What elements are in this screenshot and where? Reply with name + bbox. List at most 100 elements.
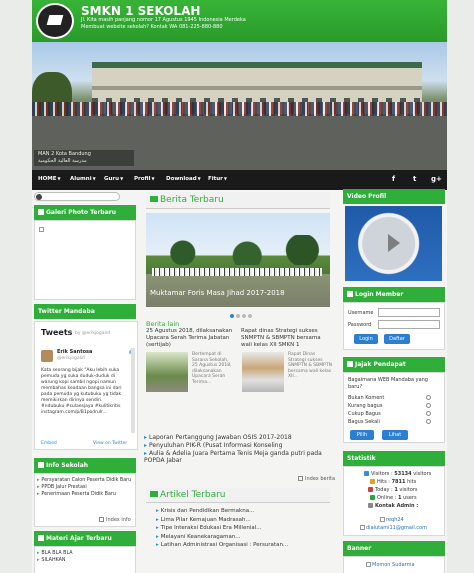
artikel-item-label: Melayani Keanekaragaman... bbox=[160, 533, 241, 540]
login-title: Login Member bbox=[355, 291, 404, 298]
info-icon bbox=[38, 462, 44, 468]
artikel-item-label: Krisis dan Pendidikan Bermakna... bbox=[160, 508, 255, 514]
hero-caption: MAN 2 Kota Bandung مدرسة العالية الحكومي… bbox=[34, 150, 134, 166]
slider-caption[interactable]: Muktamar Foris Masa Jihad 2017-2018 bbox=[150, 289, 285, 297]
galeri-box bbox=[34, 220, 136, 300]
list-item[interactable]: ▸ Penerimaan Peserta Didik Baru bbox=[37, 491, 133, 498]
slider-people bbox=[152, 268, 322, 276]
list-item[interactable]: ▸ Persyaratan Calon Peserta Didik Baru bbox=[37, 477, 133, 484]
news-item-excerpt: Rapat Dinas Strategi sukses SNMPTN & SBM… bbox=[288, 352, 332, 379]
bullet-icon: ▸ bbox=[37, 558, 40, 563]
pilih-button[interactable]: Pilih bbox=[350, 430, 374, 440]
news-link-label: Aulia & Adelia Juara Pertama Tenis Meja … bbox=[144, 450, 322, 464]
list-item[interactable]: ▸ BLA BLA BLA bbox=[37, 550, 73, 557]
list-item[interactable]: ▸ Penyuluhan PIK-R (Pusat Informasi Konse… bbox=[144, 442, 328, 450]
index-berita-link[interactable]: Index berita bbox=[298, 476, 335, 482]
bullet-icon: ▸ bbox=[156, 508, 159, 514]
kontak-link[interactable]: reqh24 bbox=[380, 517, 404, 523]
password-field[interactable] bbox=[378, 320, 440, 329]
video-player[interactable] bbox=[345, 206, 442, 281]
list-item[interactable]: ▸ PPDB Jalur Prestasi bbox=[37, 484, 133, 491]
facebook-icon[interactable]: f bbox=[392, 175, 395, 183]
twitter-icon[interactable]: t bbox=[413, 175, 416, 183]
login-button[interactable]: Login bbox=[354, 334, 378, 344]
tweet-author-handle[interactable]: @erikjogalid bbox=[57, 356, 85, 361]
list-item[interactable]: ▸ Tipe Interaksi Edukasi Era Millenial... bbox=[156, 524, 288, 533]
site-title[interactable]: SMKN 1 SEKOLAH bbox=[81, 4, 200, 18]
user-icon bbox=[347, 291, 353, 297]
slider-dot[interactable] bbox=[248, 314, 252, 318]
site-address: Jl. Kita masih panjang nomor 17 Agustus … bbox=[81, 17, 281, 31]
nav-download[interactable]: Download▼ bbox=[166, 176, 201, 182]
info-item-label: Persyaratan Calon Peserta Didik Baru bbox=[41, 478, 132, 483]
bullet-icon: ▸ bbox=[156, 525, 159, 531]
list-item[interactable]: ▸ Lima Pilar Kemajuan Madrasah... bbox=[156, 516, 288, 525]
tweet-author-name[interactable]: Erik Santosa bbox=[57, 349, 92, 355]
list-item[interactable]: ▸ Krisis dan Pendidikan Bermakna... bbox=[156, 507, 288, 516]
twitter-title: Twitter Mandaba bbox=[38, 308, 95, 315]
news-item-title[interactable]: Rapat dinas Strategi sukses SNMPTN & SBM… bbox=[241, 328, 333, 349]
tweets-by[interactable]: by @erikjogalid bbox=[75, 331, 110, 336]
nav-profil[interactable]: Profil▼ bbox=[134, 176, 155, 182]
search-input[interactable] bbox=[34, 192, 120, 201]
username-field[interactable] bbox=[378, 308, 440, 317]
slider-dot[interactable] bbox=[230, 314, 234, 318]
list-item[interactable]: ▸ Laporan Pertanggung Jawaban OSIS 2017-2… bbox=[144, 434, 328, 442]
stat-value: 7811 bbox=[391, 479, 406, 485]
poll-radio[interactable] bbox=[426, 419, 431, 424]
play-icon[interactable] bbox=[388, 234, 400, 252]
nav-alumni[interactable]: Alumni▼ bbox=[70, 176, 96, 182]
address-line-1: Jl. Kita masih panjang nomor 17 Agustus … bbox=[81, 17, 246, 23]
daftar-button[interactable]: Daftar bbox=[384, 334, 410, 344]
poll-radio[interactable] bbox=[426, 411, 431, 416]
scrollbar[interactable] bbox=[131, 348, 135, 433]
news-thumbnail[interactable] bbox=[146, 352, 188, 392]
materi-header: Materi Ajar Terbaru bbox=[34, 531, 136, 546]
slider-dot[interactable] bbox=[236, 314, 240, 318]
poll-radio[interactable] bbox=[426, 395, 431, 400]
lihat-button[interactable]: Lihat bbox=[382, 430, 408, 440]
slider-dot[interactable] bbox=[242, 314, 246, 318]
news-slider[interactable]: Muktamar Foris Masa Jihad 2017-2018 bbox=[146, 213, 330, 307]
poll-option-label: Kurang bagus bbox=[348, 403, 383, 409]
broken-image-icon[interactable] bbox=[39, 227, 44, 232]
bullet-icon: ▸ bbox=[37, 492, 40, 497]
stat-suffix: visitors bbox=[411, 471, 432, 477]
artikel-item-label: Latihan Administrasi Organisasi : Persur… bbox=[160, 542, 289, 548]
artikel-header: Artikel Terbaru bbox=[146, 488, 330, 503]
chevron-down-icon: ▼ bbox=[120, 176, 124, 181]
index-info-link[interactable]: Index info bbox=[99, 517, 131, 523]
stat-suffix: visitors bbox=[397, 487, 418, 493]
info-item-label: Penerimaan Peserta Didik Baru bbox=[41, 492, 116, 497]
chevron-down-icon: ▼ bbox=[223, 176, 227, 181]
email-link[interactable]: dialutami11@gmail.com bbox=[360, 525, 427, 531]
materi-list: ▸ BLA BLA BLA ▸ SILAHKAN bbox=[37, 550, 73, 564]
list-item[interactable]: ▸ Aulia & Adelia Juara Pertama Tenis Meja… bbox=[144, 450, 332, 464]
view-on-twitter-link[interactable]: View on Twitter bbox=[93, 441, 127, 446]
info-header: Info Sekolah bbox=[34, 458, 136, 473]
bullet-icon: ▸ bbox=[156, 516, 159, 523]
nav-fitur[interactable]: Fitur▼ bbox=[208, 176, 227, 182]
nav-guru[interactable]: Guru▼ bbox=[104, 176, 123, 182]
list-item[interactable]: ▸ SILAHKAN bbox=[37, 557, 73, 564]
poll-question: Bagaimana WEB Mandaba yang baru? bbox=[348, 377, 428, 390]
list-item[interactable]: ▸ Latihan Administrasi Organisasi : Persu… bbox=[156, 541, 288, 550]
bullet-icon: ▸ bbox=[156, 542, 159, 548]
poll-option-label: Cukup Bagus bbox=[348, 411, 381, 417]
avatar[interactable] bbox=[41, 350, 53, 362]
poll-radio[interactable] bbox=[426, 403, 431, 408]
school-logo[interactable] bbox=[36, 3, 74, 39]
poll-box: Bagaimana WEB Mandaba yang baru? Bukan K… bbox=[343, 372, 445, 443]
stat-suffix: hits bbox=[405, 479, 417, 485]
bullet-icon: ▸ bbox=[144, 434, 148, 441]
banner-link[interactable]: Momon Sudarma bbox=[366, 562, 415, 568]
news-thumbnail[interactable] bbox=[242, 352, 284, 392]
info-item-label: PPDB Jalur Prestasi bbox=[41, 485, 87, 490]
list-item[interactable]: ▸ Melayani Keanekaragaman... bbox=[156, 533, 288, 542]
google-plus-icon[interactable]: g+ bbox=[431, 175, 442, 183]
bullet-icon: ▸ bbox=[37, 485, 40, 490]
embed-link[interactable]: Embed bbox=[41, 441, 57, 446]
nav-alumni-label: Alumni bbox=[70, 176, 92, 182]
nav-home[interactable]: HOME▼ bbox=[38, 176, 61, 182]
news-item-title[interactable]: 25 Agustus 2018, dilaksanakan Upacara Se… bbox=[146, 328, 236, 349]
